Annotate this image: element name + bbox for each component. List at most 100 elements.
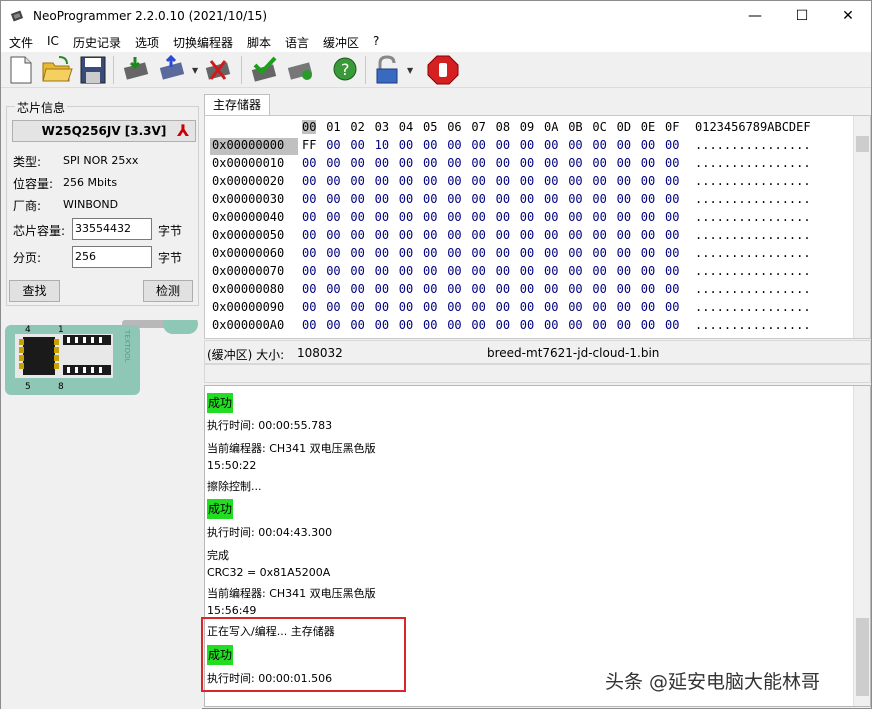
hex-byte-cell[interactable]: 00: [520, 192, 534, 206]
hex-byte-cell[interactable]: 00: [641, 210, 655, 224]
hex-byte-cell[interactable]: 00: [302, 174, 316, 188]
hex-byte-cell[interactable]: 00: [375, 264, 389, 278]
hex-byte-cell[interactable]: 00: [592, 192, 606, 206]
hex-byte-cell[interactable]: 00: [568, 156, 582, 170]
hex-byte-cell[interactable]: 00: [617, 156, 631, 170]
hex-byte-cell[interactable]: 00: [447, 192, 461, 206]
hex-byte-cell[interactable]: 00: [665, 300, 679, 314]
hex-byte-cell[interactable]: 00: [641, 156, 655, 170]
hex-byte-cell[interactable]: 00: [544, 210, 558, 224]
hex-byte-cell[interactable]: 00: [471, 192, 485, 206]
hex-byte-cell[interactable]: 00: [520, 300, 534, 314]
page-size-field[interactable]: 256: [72, 246, 152, 268]
hex-byte-cell[interactable]: 00: [399, 174, 413, 188]
hex-row[interactable]: 0x00000080 00 00 00 00 00 00 00 00 00 00 00 00 00 00 00…: [205, 282, 855, 300]
hex-byte-cell[interactable]: 00: [471, 228, 485, 242]
log-scroll-thumb[interactable]: [856, 618, 869, 696]
tab-main-memory[interactable]: 主存储器: [204, 94, 270, 116]
hex-byte-cell[interactable]: 00: [520, 174, 534, 188]
hex-row[interactable]: 0x00000010 00 00 00 00 00 00 00 00 00 00 00 00 00 00 00…: [205, 156, 855, 174]
hex-byte-cell[interactable]: 00: [399, 282, 413, 296]
hex-byte-cell[interactable]: 00: [302, 264, 316, 278]
hex-byte-cell[interactable]: 00: [592, 300, 606, 314]
hex-byte-cell[interactable]: 00: [326, 156, 340, 170]
hex-byte-cell[interactable]: 00: [471, 318, 485, 332]
hex-byte-cell[interactable]: 00: [326, 282, 340, 296]
hex-byte-cell[interactable]: 00: [641, 192, 655, 206]
hex-byte-cell[interactable]: 00: [520, 138, 534, 152]
hex-byte-cell[interactable]: 00: [350, 192, 364, 206]
hex-byte-cell[interactable]: 00: [520, 246, 534, 260]
hex-byte-cell[interactable]: 00: [592, 318, 606, 332]
hex-byte-cell[interactable]: 00: [544, 300, 558, 314]
lock-icon[interactable]: [371, 55, 403, 85]
pdf-datasheet-icon[interactable]: ⅄: [177, 122, 195, 140]
lock-dropdown-icon[interactable]: ▼: [407, 66, 415, 75]
hex-byte-cell[interactable]: 00: [592, 264, 606, 278]
hex-byte-cell[interactable]: 00: [350, 210, 364, 224]
menu-language[interactable]: 语言: [285, 34, 309, 51]
hex-byte-cell[interactable]: 00: [520, 318, 534, 332]
hex-byte-cell[interactable]: 00: [326, 174, 340, 188]
hex-byte-cell[interactable]: 00: [617, 300, 631, 314]
hex-byte-cell[interactable]: 00: [471, 210, 485, 224]
hex-byte-cell[interactable]: 00: [568, 192, 582, 206]
hex-byte-cell[interactable]: 00: [617, 174, 631, 188]
hex-byte-cell[interactable]: 00: [592, 138, 606, 152]
hex-byte-cell[interactable]: 00: [471, 174, 485, 188]
hex-byte-cell[interactable]: 00: [544, 174, 558, 188]
hex-byte-cell[interactable]: 00: [375, 282, 389, 296]
hex-byte-cell[interactable]: 00: [665, 282, 679, 296]
hex-byte-cell[interactable]: 00: [496, 138, 510, 152]
hex-byte-cell[interactable]: 00: [496, 228, 510, 242]
hex-row[interactable]: 0x00000040 00 00 00 00 00 00 00 00 00 00 00 00 00 00 00…: [205, 210, 855, 228]
hex-byte-cell[interactable]: 00: [423, 192, 437, 206]
hex-byte-cell[interactable]: 00: [423, 228, 437, 242]
hex-byte-cell[interactable]: 00: [544, 264, 558, 278]
menu-switch-programmer[interactable]: 切换编程器: [173, 34, 233, 51]
hex-byte-cell[interactable]: 00: [326, 318, 340, 332]
hex-row[interactable]: 0x00000070 00 00 00 00 00 00 00 00 00 00 00 00 00 00 00…: [205, 264, 855, 282]
hex-byte-cell[interactable]: 00: [302, 156, 316, 170]
stop-icon[interactable]: [427, 55, 459, 85]
hex-byte-cell[interactable]: FF: [302, 138, 316, 152]
hex-byte-cell[interactable]: 00: [665, 264, 679, 278]
verify-chip-icon[interactable]: [249, 55, 281, 85]
hex-byte-cell[interactable]: 00: [592, 246, 606, 260]
hex-byte-cell[interactable]: 00: [568, 318, 582, 332]
hex-byte-cell[interactable]: 00: [641, 228, 655, 242]
hex-byte-cell[interactable]: 00: [350, 138, 364, 152]
hex-byte-cell[interactable]: 00: [447, 138, 461, 152]
hex-byte-cell[interactable]: 00: [496, 210, 510, 224]
hex-byte-cell[interactable]: 00: [350, 264, 364, 278]
menu-buffer[interactable]: 缓冲区: [323, 34, 359, 51]
menu-script[interactable]: 脚本: [247, 34, 271, 51]
hex-byte-cell[interactable]: 00: [568, 210, 582, 224]
hex-row[interactable]: 0x00000030 00 00 00 00 00 00 00 00 00 00 00 00 00 00 00…: [205, 192, 855, 210]
hex-byte-cell[interactable]: 00: [302, 246, 316, 260]
hex-byte-cell[interactable]: 00: [496, 246, 510, 260]
hex-byte-cell[interactable]: 00: [399, 156, 413, 170]
hex-byte-cell[interactable]: 00: [592, 174, 606, 188]
hex-byte-cell[interactable]: 00: [399, 138, 413, 152]
hex-row[interactable]: 0x00000000 FF 00 00 10 00 00 00 00 00 00 00 00 00 00 00…: [205, 138, 855, 156]
hex-byte-cell[interactable]: 00: [520, 210, 534, 224]
hex-byte-cell[interactable]: 00: [568, 300, 582, 314]
hex-byte-cell[interactable]: 00: [592, 210, 606, 224]
hex-byte-cell[interactable]: 00: [423, 156, 437, 170]
hex-row[interactable]: 0x000000A0 00 00 00 00 00 00 00 00 00 00 00 00 00 00 00…: [205, 318, 855, 336]
hex-byte-cell[interactable]: 00: [496, 264, 510, 278]
hex-byte-cell[interactable]: 00: [665, 318, 679, 332]
new-file-icon[interactable]: [5, 55, 37, 85]
hex-byte-cell[interactable]: 00: [617, 264, 631, 278]
hex-byte-cell[interactable]: 00: [350, 156, 364, 170]
hex-byte-cell[interactable]: 00: [326, 210, 340, 224]
hex-scroll-thumb[interactable]: [856, 136, 869, 152]
hex-byte-cell[interactable]: 00: [350, 282, 364, 296]
hex-byte-cell[interactable]: 00: [399, 246, 413, 260]
hex-scrollbar[interactable]: [853, 116, 870, 338]
hex-byte-cell[interactable]: 00: [641, 282, 655, 296]
hex-byte-cell[interactable]: 00: [423, 210, 437, 224]
hex-byte-cell[interactable]: 00: [375, 174, 389, 188]
hex-byte-cell[interactable]: 00: [326, 138, 340, 152]
